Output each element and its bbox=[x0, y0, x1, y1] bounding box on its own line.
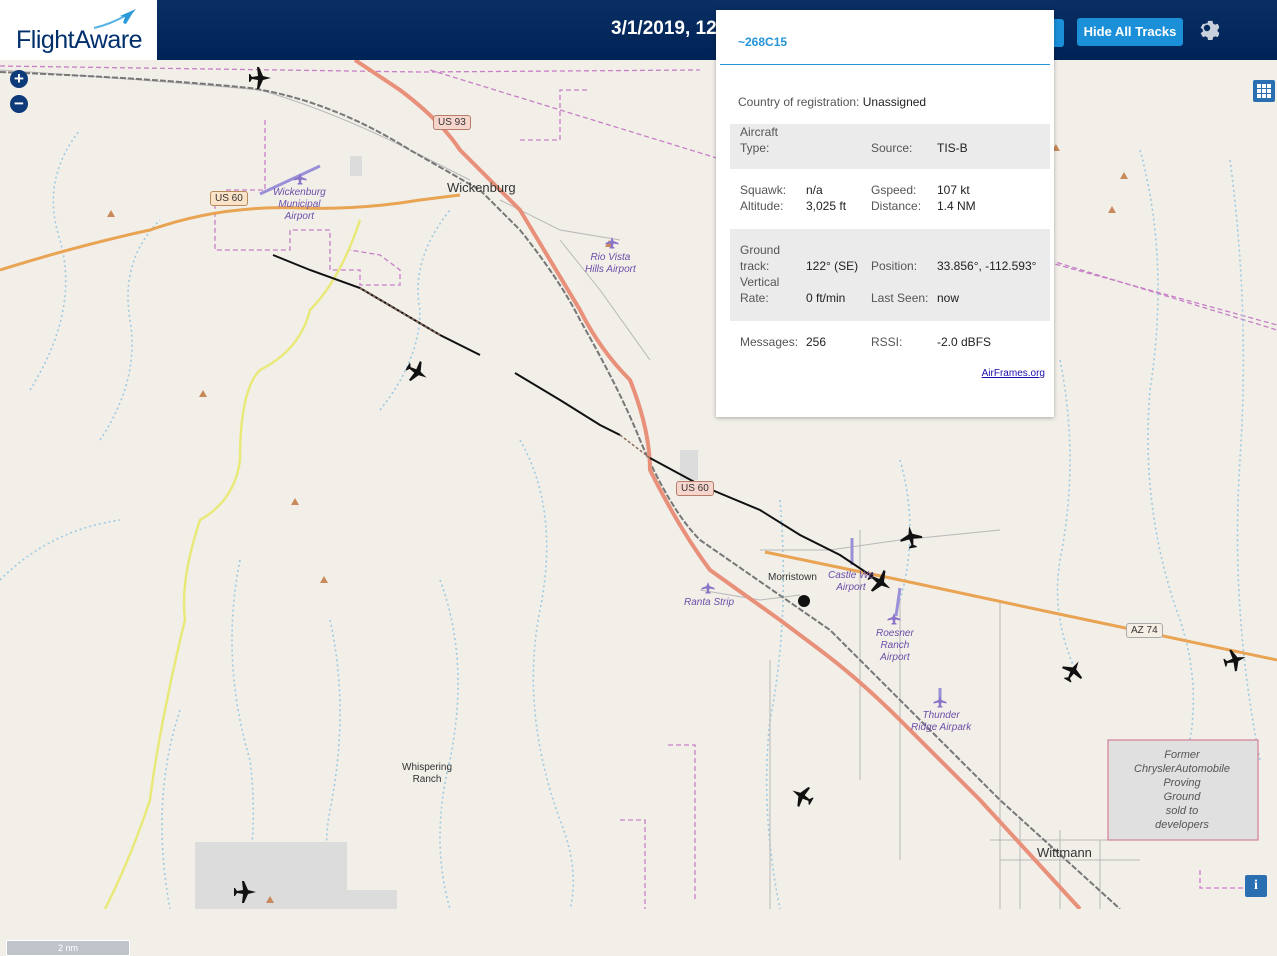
last-seen-label: Last Seen: bbox=[871, 291, 929, 305]
grid-icon bbox=[1257, 84, 1271, 98]
altitude-label: Altitude: bbox=[740, 199, 784, 213]
altitude-value: 3,025 ft bbox=[806, 199, 847, 213]
country-value: Unassigned bbox=[862, 95, 927, 109]
zoom-out-button[interactable]: − bbox=[10, 95, 28, 113]
place-whispering-ranch: Whispering Ranch bbox=[402, 762, 453, 785]
zoom-in-button[interactable]: + bbox=[10, 70, 28, 88]
aircraft-id[interactable]: ~268C15 bbox=[738, 35, 787, 49]
airport-rio-vista: Rio Vista Hills Airport bbox=[585, 252, 636, 275]
aircraft-type-label: Aircraft Type: bbox=[740, 125, 779, 155]
source-label: Source: bbox=[871, 141, 913, 155]
gspeed-value: 107 kt bbox=[937, 183, 970, 197]
place-morristown: Morristown bbox=[768, 572, 817, 583]
airframes-link[interactable]: AirFrames.org bbox=[982, 368, 1045, 379]
shield-az74: AZ 74 bbox=[1126, 623, 1163, 638]
ground-track-label: Ground track: bbox=[740, 243, 781, 273]
map-area[interactable]: Wickenburg Morristown Wittmann Whisperin… bbox=[0, 60, 1277, 956]
airport-wickenburg: Wickenburg Municipal Airport bbox=[273, 187, 326, 222]
vertical-rate-label: Vertical Rate: bbox=[740, 275, 780, 305]
messages-label: Messages: bbox=[740, 335, 799, 349]
hide-all-tracks-button[interactable]: Hide All Tracks bbox=[1077, 18, 1183, 46]
place-wittmann: Wittmann bbox=[1037, 845, 1092, 860]
position-value: 33.856°, -112.593° bbox=[937, 259, 1037, 273]
popup-divider bbox=[720, 64, 1050, 65]
date-title: 3/1/2019, 12 bbox=[611, 18, 717, 39]
distance-label: Distance: bbox=[871, 199, 922, 213]
scale-bar: 2 nm bbox=[6, 940, 130, 956]
type-source-row: Aircraft Type: Source: TIS-B bbox=[730, 124, 1050, 169]
messages-value: 256 bbox=[806, 335, 827, 349]
source-value: TIS-B bbox=[937, 141, 968, 155]
rssi-value: -2.0 dBFS bbox=[937, 335, 992, 349]
aircraft-info-popup: ~268C15 Country of registration: Unassig… bbox=[716, 10, 1054, 417]
logo-text: FlightAware bbox=[16, 26, 143, 54]
distance-value: 1.4 NM bbox=[937, 199, 976, 213]
airport-castle: Castle We Airport bbox=[828, 570, 874, 593]
squawk-label: Squawk: bbox=[740, 183, 787, 197]
airport-roesner: Roesner Ranch Airport bbox=[876, 628, 914, 663]
squawk-value: n/a bbox=[806, 183, 823, 197]
vertical-rate-value: 0 ft/min bbox=[806, 291, 846, 305]
rssi-label: RSSI: bbox=[871, 335, 903, 349]
info-button[interactable]: i bbox=[1245, 875, 1267, 897]
shield-us60-mid: US 60 bbox=[676, 481, 714, 496]
position-label: Position: bbox=[871, 259, 918, 273]
grid-toggle-button[interactable] bbox=[1253, 80, 1275, 102]
last-seen-value: now bbox=[937, 291, 960, 305]
airport-ranta: Ranta Strip bbox=[684, 597, 735, 608]
place-former-proving-ground: Former ChryslerAutomobile Proving Ground… bbox=[1134, 749, 1230, 831]
shield-us93: US 93 bbox=[433, 115, 471, 130]
messages-row: Messages: 256 RSSI: -2.0 dBFS bbox=[730, 334, 1050, 354]
gspeed-label: Gspeed: bbox=[871, 183, 917, 197]
country-label: Country of registration: bbox=[738, 95, 860, 109]
flightaware-logo[interactable]: FlightAware bbox=[0, 0, 157, 60]
airport-thunder-ridge: Thunder Ridge Airpark bbox=[911, 710, 972, 733]
shield-us60-west: US 60 bbox=[210, 191, 248, 206]
place-wickenburg: Wickenburg bbox=[447, 180, 516, 195]
ground-track-value: 122° (SE) bbox=[806, 259, 859, 273]
country-row: Country of registration: Unassigned bbox=[738, 95, 926, 109]
gear-icon[interactable] bbox=[1195, 16, 1219, 40]
map-base bbox=[0, 60, 1277, 909]
track-position-row: Ground track: 122° (SE) Position: 33.856… bbox=[730, 229, 1050, 321]
top-bar: FlightAware 3/1/2019, 12 Hide All Tracks bbox=[0, 0, 1277, 60]
squawk-row: Squawk: n/a Gspeed: 107 kt Altitude: 3,0… bbox=[730, 182, 1050, 218]
